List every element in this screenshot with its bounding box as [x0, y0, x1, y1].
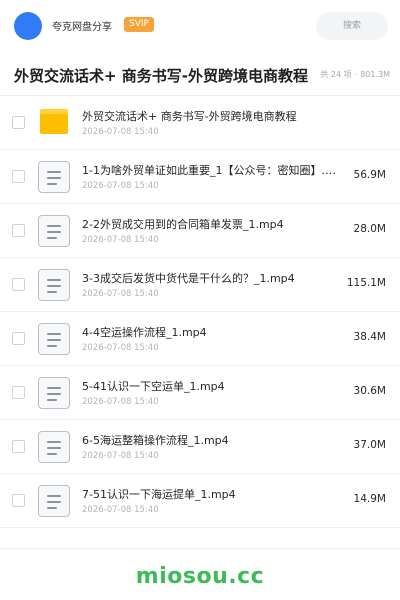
item-name: 外贸交流话术+ 商务书写-外贸跨境电商教程: [82, 110, 297, 123]
item-size: 14.9M: [353, 493, 386, 505]
item-date: 2026-07-08 15:40: [82, 451, 159, 461]
list-item[interactable]: 2-2外贸成交用到的合同箱单发票_1.mp4 2026-07-08 15:40 …: [0, 204, 400, 258]
total-size: 801.3M: [360, 70, 390, 79]
top-bar: 夸克网盘分享 SVIP 搜索: [0, 0, 400, 52]
folder-summary: 共 24 项 · 801.3M: [320, 69, 390, 80]
document-icon: [38, 269, 70, 301]
page-title: 外贸交流话术+ 商务书写-外贸跨境电商教程: [14, 67, 309, 85]
item-size: 115.1M: [346, 277, 386, 289]
item-name: 7-51认识一下海运提单_1.mp4: [82, 488, 236, 501]
search-input[interactable]: 搜索: [316, 12, 388, 40]
list-item[interactable]: 1-1为啥外贸单证如此重要_1【公众号：密知圈】.mp4 2026-07-08 …: [0, 150, 400, 204]
avatar[interactable]: [14, 12, 42, 40]
item-size: 30.6M: [353, 385, 386, 397]
document-icon: [38, 323, 70, 355]
item-size: 38.4M: [353, 331, 386, 343]
select-checkbox[interactable]: [12, 116, 25, 129]
item-date: 2026-07-08 15:40: [82, 235, 159, 245]
item-size: 37.0M: [353, 439, 386, 451]
select-checkbox[interactable]: [12, 386, 25, 399]
item-date: 2026-07-08 15:40: [82, 127, 159, 137]
item-count: 共 24 项: [320, 70, 352, 79]
item-name: 6-5海运整箱操作流程_1.mp4: [82, 434, 229, 447]
item-date: 2026-07-08 15:40: [82, 181, 159, 191]
item-date: 2026-07-08 15:40: [82, 397, 159, 407]
document-icon: [38, 431, 70, 463]
list-item[interactable]: 3-3成交后发货中货代是干什么的？_1.mp4 2026-07-08 15:40…: [0, 258, 400, 312]
item-name: 3-3成交后发货中货代是干什么的？_1.mp4: [82, 272, 295, 285]
list-item[interactable]: 5-41认识一下空运单_1.mp4 2026-07-08 15:40 30.6M: [0, 366, 400, 420]
document-icon: [38, 215, 70, 247]
list-item-folder[interactable]: 外贸交流话术+ 商务书写-外贸跨境电商教程 2026-07-08 15:40: [0, 96, 400, 150]
select-checkbox[interactable]: [12, 224, 25, 237]
file-list: 外贸交流话术+ 商务书写-外贸跨境电商教程 2026-07-08 15:40 1…: [0, 96, 400, 528]
document-icon: [38, 377, 70, 409]
item-size: 28.0M: [353, 223, 386, 235]
item-size: 56.9M: [353, 169, 386, 181]
item-date: 2026-07-08 15:40: [82, 289, 159, 299]
document-icon: [38, 161, 70, 193]
select-checkbox[interactable]: [12, 440, 25, 453]
item-name: 5-41认识一下空运单_1.mp4: [82, 380, 225, 393]
folder-icon: [38, 107, 70, 139]
select-checkbox[interactable]: [12, 278, 25, 291]
svip-badge[interactable]: SVIP: [124, 17, 154, 32]
select-checkbox[interactable]: [12, 332, 25, 345]
item-name: 2-2外贸成交用到的合同箱单发票_1.mp4: [82, 218, 284, 231]
item-date: 2026-07-08 15:40: [82, 343, 159, 353]
list-item[interactable]: 4-4空运操作流程_1.mp4 2026-07-08 15:40 38.4M: [0, 312, 400, 366]
select-checkbox[interactable]: [12, 494, 25, 507]
item-name: 1-1为啥外贸单证如此重要_1【公众号：密知圈】.mp4: [82, 164, 338, 177]
item-date: 2026-07-08 15:40: [82, 505, 159, 515]
item-name: 4-4空运操作流程_1.mp4: [82, 326, 207, 339]
select-checkbox[interactable]: [12, 170, 25, 183]
app-name: 夸克网盘分享: [52, 22, 112, 33]
watermark: miosou.cc: [135, 564, 265, 589]
list-item[interactable]: 7-51认识一下海运提单_1.mp4 2026-07-08 15:40 14.9…: [0, 474, 400, 528]
folder-header: 外贸交流话术+ 商务书写-外贸跨境电商教程 共 24 项 · 801.3M: [0, 56, 400, 96]
summary-separator: ·: [354, 70, 358, 79]
document-icon: [38, 485, 70, 517]
list-item[interactable]: 6-5海运整箱操作流程_1.mp4 2026-07-08 15:40 37.0M: [0, 420, 400, 474]
